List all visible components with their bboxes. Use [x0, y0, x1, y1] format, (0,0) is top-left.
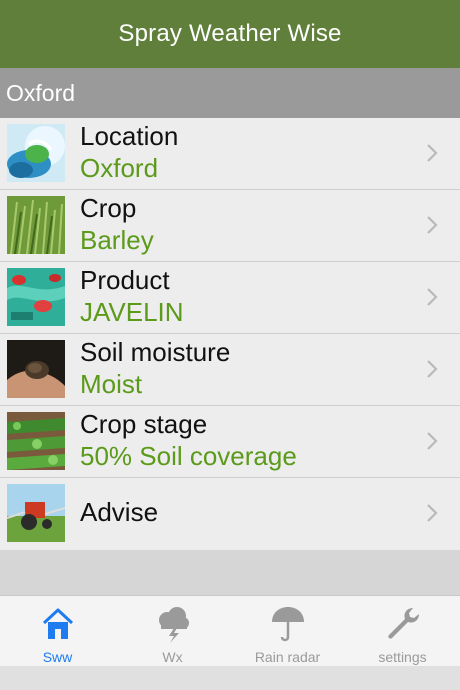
row-value: 50% Soil coverage	[80, 441, 297, 471]
row-title: Crop stage	[80, 409, 208, 439]
row-title: Crop	[80, 193, 137, 223]
row-value: Moist	[80, 369, 143, 399]
chevron-right-icon	[424, 430, 440, 452]
product-photo-icon	[7, 268, 65, 326]
tab-wx[interactable]: Wx	[115, 596, 230, 666]
wrench-icon	[383, 604, 423, 644]
chevron-right-icon	[424, 142, 440, 164]
tab-label: settings	[378, 649, 427, 665]
tractor-photo-icon	[7, 484, 65, 542]
row-title: Advise	[80, 497, 159, 527]
section-title: Oxford	[6, 79, 76, 106]
row-value: JAVELIN	[80, 297, 184, 327]
tab-settings[interactable]: settings	[345, 596, 460, 666]
row-product[interactable]: Product JAVELIN	[0, 262, 460, 334]
app-title: Spray Weather Wise	[118, 20, 342, 47]
umbrella-icon	[268, 604, 308, 644]
section-header: Oxford	[0, 68, 460, 118]
tab-label: Rain radar	[254, 649, 321, 665]
location-photo-icon	[7, 124, 65, 182]
bottom-strip	[0, 666, 460, 690]
row-title: Location	[80, 121, 179, 151]
crop-photo-icon	[7, 196, 65, 254]
nav-bar: Spray Weather Wise	[0, 0, 460, 68]
tab-label: Wx	[162, 649, 183, 665]
storm-cloud-icon	[153, 604, 193, 644]
tab-bar: Sww Wx Rain radar settings	[0, 595, 460, 666]
row-title: Soil moisture	[80, 337, 231, 367]
soil-photo-icon	[7, 340, 65, 398]
chevron-right-icon	[424, 286, 440, 308]
row-value: Oxford	[80, 153, 159, 183]
chevron-right-icon	[424, 502, 440, 524]
tab-rain-radar[interactable]: Rain radar	[230, 596, 345, 666]
row-crop[interactable]: Crop Barley	[0, 190, 460, 262]
row-title: Product	[80, 265, 170, 295]
settings-list: Location Oxford Crop Barley Product JAVE…	[0, 118, 460, 550]
row-advise[interactable]: Advise	[0, 478, 460, 550]
crop-stage-photo-icon	[7, 412, 65, 470]
home-icon	[38, 604, 78, 644]
tab-sww[interactable]: Sww	[0, 596, 115, 666]
row-soil-moisture[interactable]: Soil moisture Moist	[0, 334, 460, 406]
row-location[interactable]: Location Oxford	[0, 118, 460, 190]
chevron-right-icon	[424, 358, 440, 380]
row-crop-stage[interactable]: Crop stage 50% Soil coverage	[0, 406, 460, 478]
tab-label: Sww	[42, 649, 73, 665]
chevron-right-icon	[424, 214, 440, 236]
row-value: Barley	[80, 225, 154, 255]
